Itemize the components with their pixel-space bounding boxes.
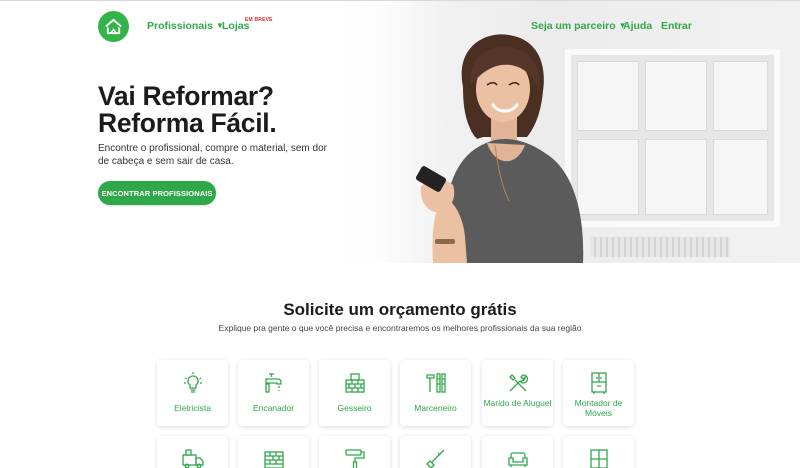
nav-ajuda-label: Ajuda [623,20,653,32]
service-card-mudanca[interactable] [157,436,228,468]
em-breve-badge: EM BREVE [245,17,273,23]
nav-entrar[interactable]: Entrar [661,20,692,32]
background-radiator [590,237,730,257]
service-card-marceneiro[interactable]: Marceneiro [400,360,471,426]
wall-icon [264,451,284,468]
service-label: Marido de Aluguel [483,398,552,408]
wrench-screwdriver-icon [509,374,529,392]
hero-title-line1: Vai Reformar? [98,81,274,111]
service-card-pedreiro[interactable] [238,436,309,468]
nav-ajuda[interactable]: Ajuda [623,20,652,32]
paint-roller-icon [345,449,365,468]
service-card-montador-de-moveis[interactable]: Montador de Móveis [563,360,634,426]
service-card-marido-de-aluguel[interactable]: Marido de Aluguel [482,360,553,426]
light-bulb-icon [184,372,202,393]
service-card-vidraceiro[interactable] [563,436,634,468]
service-card-jardineiro[interactable] [400,436,471,468]
section-title: Solicite um orçamento grátis [283,300,517,319]
service-label: Gesseiro [337,403,372,413]
service-label: Encanador [252,403,295,413]
cabinet-icon [591,372,607,394]
hero-subtitle: Encontre o profissional, compre o materi… [98,143,327,167]
section-subtitle: Explique pra gente o que você precisa e … [218,323,582,333]
find-professionals-button[interactable]: ENCONTRAR PROFISSIONAIS [98,181,216,205]
service-card-encanador[interactable]: Encanador [238,360,309,426]
service-label: Marceneiro [414,403,457,413]
service-label: Montador de Móveis [574,398,623,418]
nav-entrar-label: Entrar [661,20,692,32]
faucet-icon [265,373,282,393]
top-navigation: Profissionais ▼ Lojas EM BREVE Seja um pa… [0,1,800,51]
nav-parceiro-label: Seja um parceiro [531,20,616,32]
bricks-icon [345,373,365,393]
moving-truck-icon [182,449,204,468]
reforma-facil-logo[interactable] [98,11,129,42]
hero-title: Vai Reformar? Reforma Fácil. [98,81,277,138]
service-card-estofados[interactable] [482,436,553,468]
sofa-icon [508,452,528,467]
service-card-gesseiro[interactable]: Gesseiro [319,360,390,426]
window-icon [590,449,608,468]
hero-title-line2: Reforma Fácil. [98,108,277,138]
service-card-pintor[interactable] [319,436,390,468]
nav-seja-um-parceiro[interactable]: Seja um parceiro ▼ [531,20,627,32]
woman-with-phone-image [415,34,584,263]
garden-tools-icon [426,449,445,468]
nav-profissionais[interactable]: Profissionais ▼ [147,20,224,32]
house-logo-icon [105,18,122,35]
woodwork-tools-icon [426,373,446,393]
landing-page: Profissionais ▼ Lojas EM BREVE Seja um pa… [0,0,800,468]
nav-profissionais-label: Profissionais [147,20,213,32]
service-label: Eletricista [174,403,211,413]
service-card-eletricista[interactable]: Eletricista [157,360,228,426]
